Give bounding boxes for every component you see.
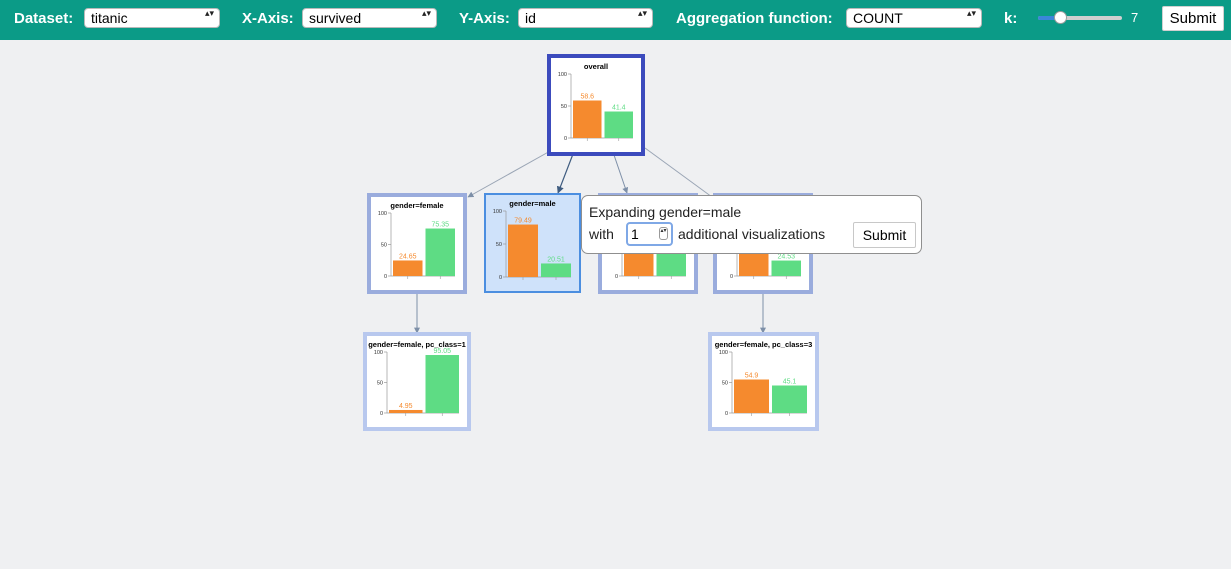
node-overall[interactable]: overall 100 50 0 58.6 41.4 (547, 54, 645, 156)
node-gender-male[interactable]: gender=male 100 50 0 79.49 20.51 (484, 193, 581, 293)
bar-value-label: 79.49 (514, 218, 532, 225)
bar-1 (624, 252, 654, 276)
bar-2 (656, 250, 686, 276)
bar-2 (425, 228, 455, 276)
bar-2 (771, 260, 801, 276)
edge-overall-node4 (644, 147, 713, 198)
node-female-pc-class-3[interactable]: gender=female, pc_class=3 100 50 0 54.9 45.1 (708, 332, 819, 431)
node-gender-female[interactable]: gender=female 100 50 0 24.65 75.35 (367, 193, 467, 294)
y-tick-label: 100 (378, 211, 387, 217)
bar-1 (389, 409, 423, 413)
popup-title: Expanding gender=male (589, 204, 742, 220)
edge-overall-node3 (613, 154, 629, 194)
mini-bar-chart: 100 50 0 4.95 95.05 (374, 348, 459, 417)
bar-value-label: 75.35 (431, 222, 449, 229)
y-tick-label: 0 (380, 411, 383, 417)
y-tick-label: 100 (493, 209, 502, 215)
y-tick-label: 50 (561, 104, 567, 110)
bar-value-label: 45.1 (783, 378, 797, 385)
y-tick-label: 100 (719, 350, 728, 356)
bar-1 (734, 379, 769, 413)
bar-value-label: 54.9 (745, 373, 759, 380)
y-tick-label: 100 (374, 350, 383, 356)
expand-popup: Expanding gender=male with 1 ▴▾ addition… (581, 195, 922, 254)
y-tick-label: 0 (499, 275, 502, 281)
bar-value-label: 58.6 (580, 93, 594, 100)
bar-1 (573, 100, 602, 138)
y-tick-label: 0 (384, 274, 387, 280)
bar-2 (604, 111, 633, 138)
bar-value-label: 24.65 (399, 253, 417, 260)
stepper-arrows-icon[interactable]: ▴▾ (659, 227, 668, 240)
y-tick-label: 100 (558, 72, 567, 78)
bar-2 (541, 263, 571, 277)
bar-value-label: 95.05 (433, 348, 451, 355)
bar-2 (425, 355, 459, 413)
expand-count-value: 1 (631, 226, 639, 242)
y-tick-label: 0 (564, 136, 567, 142)
bar-1 (508, 224, 538, 277)
popup-submit-button[interactable]: Submit (853, 222, 916, 248)
y-tick-label: 50 (381, 243, 387, 249)
y-tick-label: 50 (496, 242, 502, 248)
node-female-pc-class-1[interactable]: gender=female, pc_class=1 100 50 0 4.95 95.05 (363, 332, 471, 431)
popup-with-label: with (589, 226, 614, 242)
y-tick-label: 50 (722, 381, 728, 387)
bar-value-label: 4.95 (399, 403, 413, 410)
y-tick-label: 0 (615, 274, 618, 280)
bar-1 (393, 260, 423, 276)
edge-overall-male (556, 153, 574, 194)
edge-overall-female (467, 149, 553, 198)
y-tick-label: 0 (725, 411, 728, 417)
bar-value-label: 20.51 (547, 256, 565, 263)
popup-after-label: additional visualizations (678, 226, 826, 242)
mini-bar-chart: 100 50 0 54.9 45.1 (719, 350, 807, 417)
mini-bar-chart: 100 50 0 79.49 20.51 (493, 209, 571, 281)
mini-bar-chart: 100 50 0 24.65 75.35 (378, 211, 455, 280)
expand-count-input[interactable]: 1 ▴▾ (626, 222, 673, 246)
bar-value-label: 24.53 (777, 254, 795, 261)
mini-bar-chart: 100 50 0 58.6 41.4 (558, 72, 633, 142)
y-tick-label: 50 (377, 381, 383, 387)
bar-2 (772, 385, 807, 413)
y-tick-label: 0 (730, 274, 733, 280)
bar-value-label: 41.4 (612, 105, 626, 112)
